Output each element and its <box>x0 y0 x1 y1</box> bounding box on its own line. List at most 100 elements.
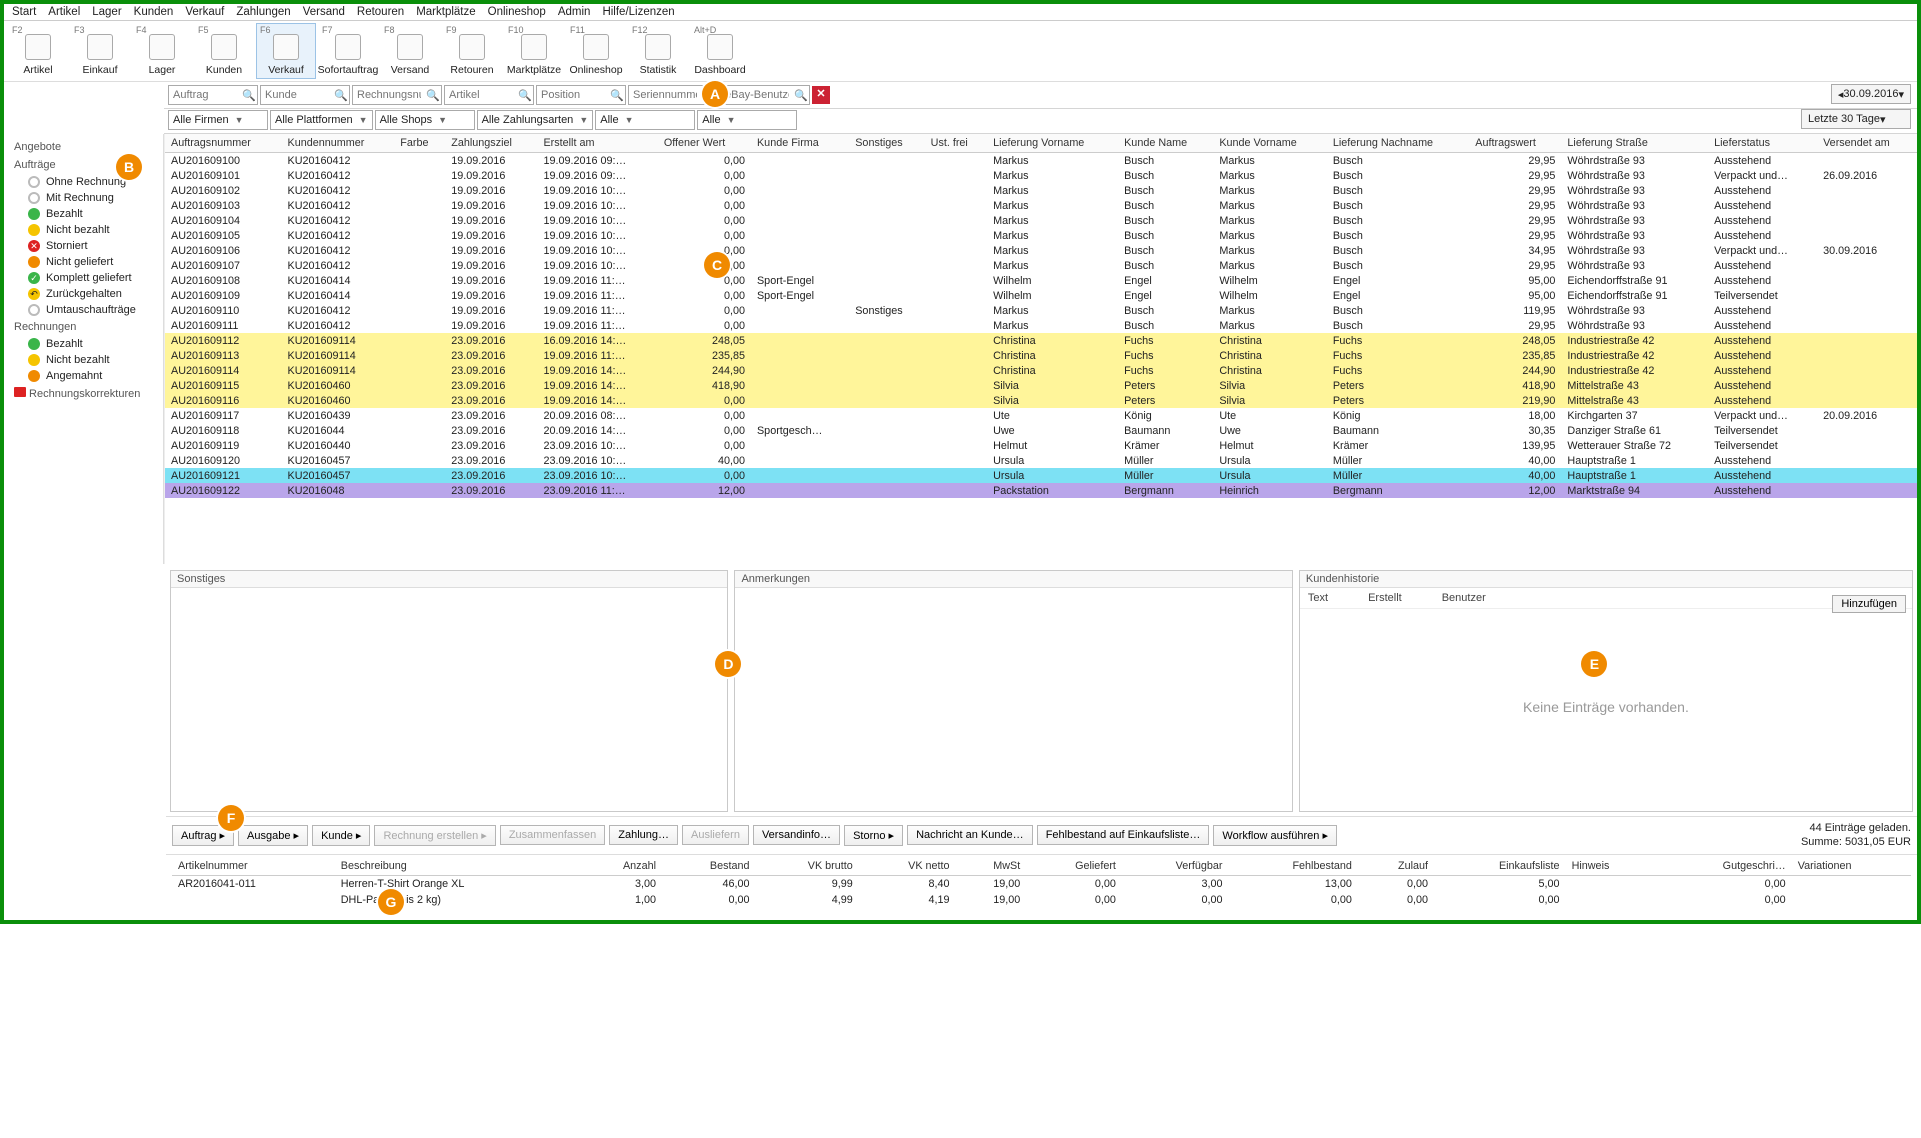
search-icon[interactable]: 🔍 <box>241 89 257 102</box>
sidebar-item[interactable]: Umtauschaufträge <box>4 302 163 318</box>
dropdown[interactable]: Alle Shops▼ <box>375 110 475 130</box>
sidebar-group[interactable]: Rechnungen <box>4 318 163 336</box>
col-header[interactable]: Auftragsnummer <box>165 134 282 153</box>
sidebar-item[interactable]: ↶Zurückgehalten <box>4 286 163 302</box>
table-row[interactable]: AU201609100KU2016041219.09.201619.09.201… <box>165 153 1917 169</box>
col-header[interactable]: Zahlungsziel <box>445 134 537 153</box>
col-header[interactable]: Farbe <box>394 134 445 153</box>
orders-grid[interactable]: AuftragsnummerKundennummerFarbeZahlungsz… <box>164 134 1917 564</box>
line-col[interactable]: Einkaufsliste <box>1434 857 1566 876</box>
search-icon[interactable]: 🔍 <box>425 89 441 102</box>
menu-start[interactable]: Start <box>12 6 36 18</box>
table-row[interactable]: AU201609108KU2016041419.09.201619.09.201… <box>165 273 1917 288</box>
col-header[interactable]: Erstellt am <box>537 134 657 153</box>
col-header[interactable]: Offener Wert <box>658 134 751 153</box>
table-row[interactable]: AU201609116KU2016046023.09.201619.09.201… <box>165 393 1917 408</box>
main-menu[interactable]: StartArtikelLagerKundenVerkaufZahlungenV… <box>4 4 1917 21</box>
sidebar-group[interactable]: Angebote <box>4 138 163 156</box>
search-icon[interactable]: 🔍 <box>333 89 349 102</box>
sidebar-item[interactable]: Ohne Rechnung <box>4 174 163 190</box>
table-row[interactable]: AU201609104KU2016041219.09.201619.09.201… <box>165 213 1917 228</box>
line-col[interactable]: VK netto <box>859 857 956 876</box>
line-col[interactable]: VK brutto <box>756 857 859 876</box>
table-row[interactable]: AU201609118KU201604423.09.201620.09.2016… <box>165 423 1917 438</box>
action-button[interactable]: Storno ▸ <box>844 825 903 846</box>
table-row[interactable]: AU201609103KU2016041219.09.201619.09.201… <box>165 198 1917 213</box>
menu-artikel[interactable]: Artikel <box>48 6 80 18</box>
col-header[interactable]: Lieferstatus <box>1708 134 1817 153</box>
line-row[interactable]: AR2016041-011Herren-T-Shirt Orange XL3,0… <box>172 875 1911 892</box>
search-artikel[interactable]: 🔍 <box>444 85 534 105</box>
sidebar-item[interactable]: Nicht geliefert <box>4 254 163 270</box>
table-row[interactable]: AU201609109KU2016041419.09.201619.09.201… <box>165 288 1917 303</box>
ribbon-kunden[interactable]: F5Kunden <box>194 23 254 79</box>
search-position[interactable]: 🔍 <box>536 85 626 105</box>
ribbon-statistik[interactable]: F12Statistik <box>628 23 688 79</box>
line-col[interactable]: Fehlbestand <box>1228 857 1357 876</box>
dropdown[interactable]: Alle▼ <box>595 110 695 130</box>
col-header[interactable]: Kunde Firma <box>751 134 849 153</box>
sonstiges-text[interactable] <box>171 588 727 808</box>
sidebar-item[interactable]: ✕Storniert <box>4 238 163 254</box>
col-header[interactable]: Kunde Name <box>1118 134 1213 153</box>
line-col[interactable]: Hinweis <box>1566 857 1656 876</box>
menu-zahlungen[interactable]: Zahlungen <box>236 6 290 18</box>
ribbon-artikel[interactable]: F2Artikel <box>8 23 68 79</box>
sidebar-item[interactable]: Bezahlt <box>4 336 163 352</box>
col-header[interactable]: Kunde Vorname <box>1213 134 1327 153</box>
table-row[interactable]: AU201609117KU2016043923.09.201620.09.201… <box>165 408 1917 423</box>
table-row[interactable]: AU201609121KU2016045723.09.201623.09.201… <box>165 468 1917 483</box>
menu-admin[interactable]: Admin <box>558 6 591 18</box>
table-row[interactable]: AU201609119KU2016044023.09.201623.09.201… <box>165 438 1917 453</box>
ribbon-retouren[interactable]: F9Retouren <box>442 23 502 79</box>
search-icon[interactable]: 🔍 <box>793 89 809 102</box>
table-row[interactable]: AU201609115KU2016046023.09.201619.09.201… <box>165 378 1917 393</box>
table-row[interactable]: AU201609111KU2016041219.09.201619.09.201… <box>165 318 1917 333</box>
ribbon-verkauf[interactable]: F6Verkauf <box>256 23 316 79</box>
range-picker[interactable]: Letzte 30 Tage ▾ <box>1801 109 1911 129</box>
sidebar-item[interactable]: Mit Rechnung <box>4 190 163 206</box>
table-row[interactable]: AU201609107KU2016041219.09.201619.09.201… <box>165 258 1917 273</box>
table-row[interactable]: AU201609122KU201604823.09.201623.09.2016… <box>165 483 1917 498</box>
table-row[interactable]: AU201609113KU20160911423.09.201619.09.20… <box>165 348 1917 363</box>
ribbon-einkauf[interactable]: F3Einkauf <box>70 23 130 79</box>
table-row[interactable]: AU201609102KU2016041219.09.201619.09.201… <box>165 183 1917 198</box>
line-col[interactable]: Variationen <box>1792 857 1911 876</box>
col-header[interactable]: Lieferung Nachname <box>1327 134 1469 153</box>
action-button[interactable]: Workflow ausführen ▸ <box>1213 825 1337 846</box>
sidebar-item[interactable]: Nicht bezahlt <box>4 222 163 238</box>
menu-marktplätze[interactable]: Marktplätze <box>416 6 475 18</box>
date-picker[interactable]: ◂ 30.09.2016 ▾ <box>1831 84 1911 104</box>
dropdown[interactable]: Alle Firmen▼ <box>168 110 268 130</box>
line-row[interactable]: DHL-Paket (bis 2 kg)1,000,004,994,1919,0… <box>172 892 1911 908</box>
table-row[interactable]: AU201609112KU20160911423.09.201616.09.20… <box>165 333 1917 348</box>
action-button[interactable]: Kunde ▸ <box>312 825 370 846</box>
line-col[interactable]: Geliefert <box>1026 857 1122 876</box>
table-row[interactable]: AU201609120KU2016045723.09.201623.09.201… <box>165 453 1917 468</box>
search-auftrag[interactable]: 🔍 <box>168 85 258 105</box>
menu-kunden[interactable]: Kunden <box>134 6 174 18</box>
menu-versand[interactable]: Versand <box>303 6 345 18</box>
menu-onlineshop[interactable]: Onlineshop <box>488 6 546 18</box>
ribbon-dashboard[interactable]: Alt+DDashboard <box>690 23 750 79</box>
col-header[interactable]: Kundennummer <box>282 134 395 153</box>
ribbon-versand[interactable]: F8Versand <box>380 23 440 79</box>
table-row[interactable]: AU201609106KU2016041219.09.201619.09.201… <box>165 243 1917 258</box>
action-button[interactable]: Nachricht an Kunde… <box>907 825 1033 845</box>
search-rechnungsnummer[interactable]: 🔍 <box>352 85 442 105</box>
clear-filters-button[interactable]: ✕ <box>812 86 830 104</box>
col-header[interactable]: Lieferung Vorname <box>987 134 1118 153</box>
table-row[interactable]: AU201609114KU20160911423.09.201619.09.20… <box>165 363 1917 378</box>
sidebar-item[interactable]: ✓Komplett geliefert <box>4 270 163 286</box>
search-kunde[interactable]: 🔍 <box>260 85 350 105</box>
search-ebay-benutzer[interactable]: 🔍 <box>720 85 810 105</box>
history-add-button[interactable]: Hinzufügen <box>1832 595 1906 613</box>
line-col[interactable]: Anzahl <box>580 857 662 876</box>
line-col[interactable]: MwSt <box>956 857 1027 876</box>
sidebar-item[interactable]: Nicht bezahlt <box>4 352 163 368</box>
col-header[interactable]: Versendet am <box>1817 134 1917 153</box>
ribbon-lager[interactable]: F4Lager <box>132 23 192 79</box>
menu-retouren[interactable]: Retouren <box>357 6 404 18</box>
line-col[interactable]: Bestand <box>662 857 756 876</box>
line-col[interactable]: Artikelnummer <box>172 857 335 876</box>
